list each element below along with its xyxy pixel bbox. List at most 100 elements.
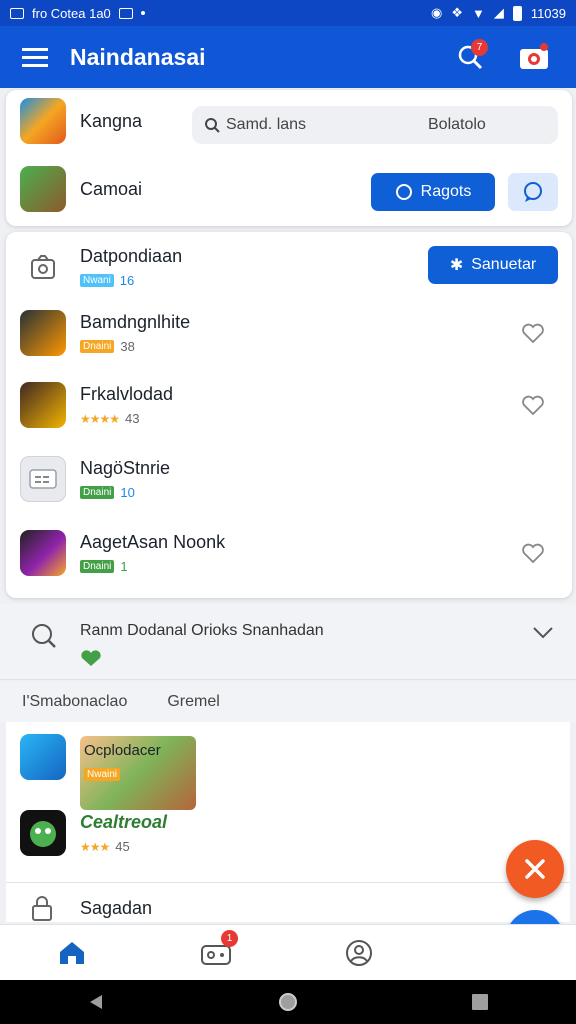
menu-button[interactable]: [0, 26, 70, 88]
list-item[interactable]: [20, 734, 66, 780]
app-name: Sagadan: [80, 897, 153, 918]
game-app-icon: [20, 530, 66, 576]
secondary-action-label: Sanuetar: [471, 256, 537, 273]
heart-icon: [522, 395, 544, 416]
search-button[interactable]: 7: [448, 35, 492, 79]
game-app-icon: [20, 98, 66, 144]
nav-home[interactable]: [42, 928, 102, 978]
app-name: Ocplodacer: [84, 742, 161, 759]
category-tag: Dnaini: [80, 486, 115, 499]
search-input[interactable]: Samd. lans Bolatolo: [192, 106, 558, 144]
list-item[interactable]: Bamdngnlhite Dnaini 38: [20, 310, 560, 356]
pin-icon: ✱: [449, 257, 464, 274]
app-name: Camoai: [80, 178, 143, 199]
list-item[interactable]: AagetAsan Noonk Dnaini 1: [20, 530, 560, 576]
count-text: 10: [120, 485, 135, 500]
bottom-card: Ocplodacer Nwaini Cealtreoal ★★★ 45 Saga…: [6, 722, 570, 922]
list-item[interactable]: Frkalvlodad ★★★★ 43: [20, 382, 560, 428]
chat-icon: [395, 184, 412, 200]
favorite-button[interactable]: [520, 392, 546, 418]
system-navigation-bar: [0, 980, 576, 1024]
list-header-title: Datpondiaan: [80, 246, 183, 266]
expander-label: Ranm Dodanal Orioks Snanhadan: [80, 622, 324, 639]
hamburger-icon: [22, 48, 48, 67]
dot-icon: [140, 11, 145, 15]
app-title: Naindanasai: [70, 43, 206, 70]
back-icon[interactable]: [87, 993, 105, 1011]
home-icon: [60, 941, 84, 964]
heart-icon: [522, 543, 544, 564]
image-icon: [118, 7, 133, 19]
star-rating: ★★★★: [80, 411, 120, 426]
search-placeholder: Samd. lans: [226, 116, 307, 133]
battery-icon: [512, 5, 522, 21]
bottom-navigation: 1: [0, 924, 576, 980]
category-tag: Dnaini: [80, 340, 115, 353]
divider: [6, 882, 570, 883]
recents-icon[interactable]: [471, 993, 489, 1011]
wifi-icon: ▼: [471, 5, 485, 21]
nav-games[interactable]: 1: [186, 928, 246, 978]
message-icon: [524, 182, 542, 202]
camera-icon: [520, 43, 548, 69]
close-icon: [525, 859, 545, 879]
bag-icon: [20, 244, 66, 290]
notification-badge: 7: [471, 39, 488, 56]
primary-action-button[interactable]: Ragots: [371, 173, 495, 211]
close-fab[interactable]: [506, 840, 564, 898]
game-app-icon: [20, 810, 66, 856]
secondary-action-button[interactable]: ✱ Sanuetar: [428, 246, 558, 284]
nav-profile[interactable]: [330, 928, 390, 978]
lock-icon: [32, 896, 52, 921]
vibrate-icon: ❖: [451, 5, 463, 20]
camera-button[interactable]: [512, 35, 556, 79]
list-item[interactable]: Sagadan: [28, 894, 152, 922]
tab-gremel[interactable]: Gremel: [167, 693, 219, 711]
top-card: Kangna Samd. lans Bolatolo Camoai Ragots: [6, 90, 572, 226]
chevron-down-icon[interactable]: [532, 626, 554, 640]
app-name: NagöStnrie: [80, 458, 171, 478]
search-icon: [32, 624, 56, 648]
status-time: 11039: [530, 5, 566, 21]
search-secondary: Bolatolo: [428, 116, 486, 133]
count-text: 45: [115, 839, 130, 854]
tabs-row: I'Smabonaclao Gremel: [0, 682, 576, 722]
category-tag: Dnaini: [80, 560, 115, 573]
app-list-card: Datpondiaan Nwani 16 ✱ Sanuetar Bamdngnl…: [6, 232, 572, 598]
message-button[interactable]: [508, 173, 558, 211]
game-app-icon: [20, 310, 66, 356]
game-screenshot: Ocplodacer Nwaini: [80, 736, 196, 810]
heart-icon: [522, 323, 544, 344]
profile-icon: [346, 939, 372, 966]
app-row-kangna[interactable]: Kangna: [20, 98, 142, 144]
app-row-camoai[interactable]: Camoai: [20, 166, 142, 212]
list-item[interactable]: Cealtreoal ★★★ 45: [20, 810, 167, 856]
favorite-button[interactable]: [520, 540, 546, 566]
status-text: fro Cotea 1a0: [32, 5, 111, 21]
primary-action-label: Ragots: [420, 183, 472, 200]
game-app-icon: [20, 382, 66, 428]
category-tag: Nwaini: [84, 768, 121, 781]
category-tag: Nwani: [80, 274, 114, 287]
app-name: Frkalvlodad: [80, 384, 174, 404]
signal-icon: ◢: [493, 5, 504, 20]
count-text: 1: [120, 559, 128, 574]
card-icon: [20, 456, 66, 502]
app-bar: Naindanasai 7: [0, 26, 576, 88]
star-rating: ★★★: [80, 839, 110, 854]
list-item[interactable]: NagöStnrie Dnaini 10: [20, 456, 560, 502]
count-text: 38: [120, 339, 135, 354]
notification-icon: [10, 7, 24, 19]
list-header: Datpondiaan Nwani 16: [20, 244, 182, 290]
search-icon: [205, 118, 220, 133]
tab-smabonaclao[interactable]: I'Smabonaclao: [22, 693, 127, 711]
count-text: 16: [119, 273, 135, 288]
app-name: Kangna: [80, 110, 143, 131]
expander-row[interactable]: Ranm Dodanal Orioks Snanhadan: [0, 604, 576, 680]
heart-filled-icon: [81, 650, 101, 666]
app-icon: [20, 734, 66, 780]
favorite-button[interactable]: [520, 320, 546, 346]
home-circle-icon[interactable]: [278, 992, 298, 1012]
notification-badge: 1: [221, 929, 238, 947]
